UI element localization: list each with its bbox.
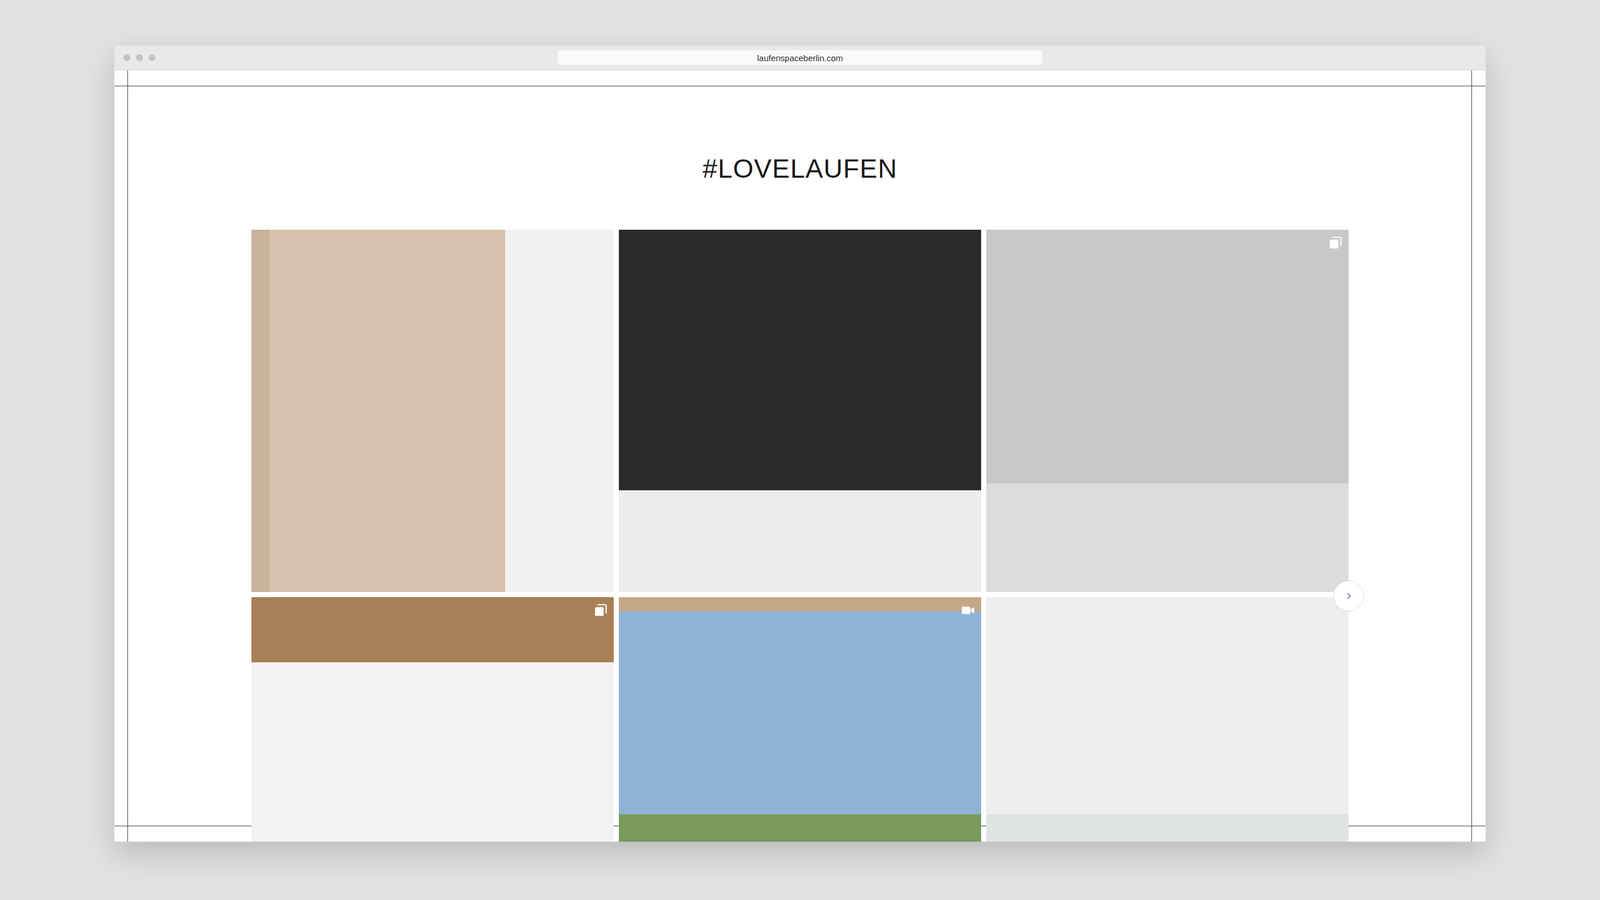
browser-window: laufenspaceberlin.com #LOVELAUFEN [114,45,1486,842]
close-dot[interactable] [123,54,131,62]
frame-line [1471,70,1472,842]
next-button[interactable] [1333,580,1364,612]
feed-post[interactable] [618,229,982,592]
frame-line [127,70,128,842]
frame-line [114,85,1486,87]
zoom-dot[interactable] [148,54,156,62]
section-heading: #LOVELAUFEN [114,153,1486,185]
minimize-dot[interactable] [136,54,143,62]
window-controls [123,54,192,62]
feed-post[interactable] [618,597,982,842]
instagram-feed [251,229,1349,842]
feed-post[interactable] [251,597,614,842]
gallery-icon [593,602,608,618]
chevron-right-icon [1341,589,1356,603]
desktop: laufenspaceberlin.com #LOVELAUFEN [0,0,1600,900]
video-icon [960,602,976,618]
page-content: #LOVELAUFEN [114,70,1486,842]
feed-post[interactable] [251,229,614,592]
feed-post[interactable] [986,597,1349,842]
title-bar: laufenspaceberlin.com [114,45,1486,71]
address-bar[interactable]: laufenspaceberlin.com [557,50,1043,66]
feed-post[interactable] [986,229,1349,592]
gallery-icon [1328,235,1343,251]
